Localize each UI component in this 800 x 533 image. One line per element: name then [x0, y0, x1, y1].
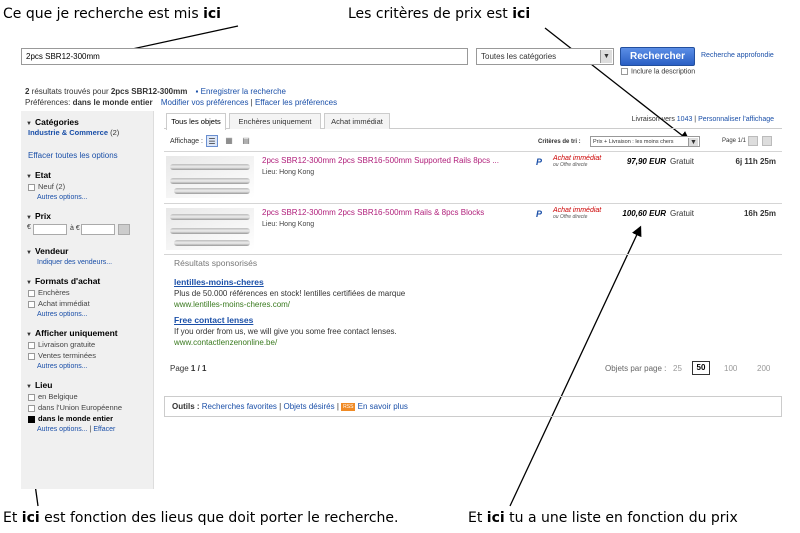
sort-select[interactable]: Prix + Livraison : les moins chers ▼	[590, 136, 700, 147]
paypal-icon: P	[536, 209, 543, 219]
product-thumbnail[interactable]	[166, 208, 254, 250]
saved-searches-link[interactable]: Recherches favorites	[202, 402, 277, 411]
per-page-25[interactable]: 25	[673, 364, 682, 373]
next-page-button[interactable]	[762, 136, 772, 146]
gallery-view-icon[interactable]: ▤	[240, 135, 252, 147]
ad-url[interactable]: www.contactlenzenonline.be/	[174, 338, 574, 347]
lieu-heading: Lieu	[21, 380, 153, 390]
tab-all-items[interactable]: Tous les objets	[166, 113, 226, 130]
free-shipping-option[interactable]: Livraison gratuite	[21, 340, 153, 349]
sponsored-results: Résultats sponsorisés lentilles-moins-ch…	[174, 258, 574, 347]
shipping-info: Livraison vers 1043 | Personnaliser l'af…	[631, 116, 774, 123]
item-title-link[interactable]: 2pcs SBR12-300mm 2pcs SBR16-500mm Suppor…	[262, 156, 499, 165]
ad-item: Free contact lenses If you order from us…	[174, 315, 574, 347]
pagination: Page 1 / 1 Objets par page : 25 50 100 2…	[170, 361, 771, 375]
annotation-bottom-left: Et ici est fonction des lieus que doit p…	[3, 510, 399, 526]
price-min-input[interactable]	[33, 224, 67, 235]
category-select[interactable]: Toutes les catégories ▼	[476, 48, 614, 65]
wishlist-link[interactable]: Objets désirés	[283, 402, 334, 411]
checkbox[interactable]	[621, 68, 628, 75]
seller-link[interactable]: Indiquer des vendeurs...	[21, 259, 153, 266]
categories-heading: Catégories	[21, 117, 153, 127]
annotation-top-left: Ce que je recherche est mis ici	[3, 6, 221, 22]
lieu-more-link[interactable]: Autres options... | Effacer	[21, 426, 153, 433]
list-view-icon[interactable]: ☰	[206, 135, 218, 147]
format-encheres-option[interactable]: Enchères	[21, 288, 153, 297]
results-toolbar: Affichage : ☰ ▦ ▤ Critères de tri : Prix…	[164, 134, 782, 150]
advanced-search-link[interactable]: Recherche approfondie	[701, 52, 774, 59]
buy-now-badge: Achat immédiat ou Offre directe	[553, 207, 602, 220]
modify-preferences-link[interactable]: Modifier vos préférences	[161, 98, 249, 107]
per-page-50[interactable]: 50	[692, 361, 710, 375]
ad-description: If you order from us, we will give you s…	[174, 327, 397, 336]
afficher-heading: Afficher uniquement	[21, 328, 153, 338]
lieu-belgique-option[interactable]: en Belgique	[21, 392, 153, 401]
preferences-line: Préférences: dans le monde entier Modifi…	[25, 98, 338, 107]
prix-heading: Prix	[21, 211, 153, 221]
sponsored-heading: Résultats sponsorisés	[174, 258, 258, 268]
tab-auctions[interactable]: Enchères uniquement	[229, 113, 321, 129]
item-price: 97,90 EUR	[626, 157, 666, 166]
annotation-top-right: Les critères de prix est ici	[348, 6, 531, 22]
annotation-bottom-right: Et ici tu a une liste en fonction du pri…	[468, 510, 738, 526]
page-indicator: Page 1 / 1	[170, 364, 207, 373]
per-page-100[interactable]: 100	[724, 364, 737, 373]
sidebar: Catégories Industrie & Commerce (2) Effa…	[21, 111, 154, 489]
item-time-left: 6j 11h 25m	[735, 157, 776, 166]
paypal-icon: P	[536, 157, 543, 167]
item-title-link[interactable]: 2pcs SBR12-300mm 2pcs SBR16-500mm Rails …	[262, 208, 484, 217]
tab-buy-now[interactable]: Achat immédiat	[324, 113, 390, 129]
item-shipping: Gratuit	[670, 209, 695, 218]
clear-preferences-link[interactable]: Effacer les préférences	[255, 98, 337, 107]
category-item[interactable]: Industrie & Commerce (2)	[21, 128, 153, 137]
result-row[interactable]: 2pcs SBR12-300mm 2pcs SBR16-500mm Rails …	[164, 203, 782, 255]
customize-view-link[interactable]: Personnaliser l'affichage	[698, 116, 774, 123]
item-location: Lieu: Hong Kong	[262, 221, 315, 228]
result-row[interactable]: 2pcs SBR12-300mm 2pcs SBR16-500mm Suppor…	[164, 151, 782, 201]
zip-link[interactable]: 1043	[677, 116, 693, 123]
price-go-button[interactable]	[118, 224, 130, 235]
lieu-monde-option[interactable]: dans le monde entier	[21, 414, 153, 423]
lieu-ue-option[interactable]: dans l'Union Européenne	[21, 403, 153, 412]
afficher-more-link[interactable]: Autres options...	[21, 363, 153, 370]
buy-now-badge: Achat immédiat ou Offre directe	[553, 155, 602, 168]
chevron-down-icon: ▼	[600, 50, 612, 63]
etat-heading: Etat	[21, 170, 153, 180]
search-button[interactable]: Rechercher	[620, 47, 695, 66]
per-page-200[interactable]: 200	[757, 364, 770, 373]
ad-title-link[interactable]: Free contact lenses	[174, 315, 574, 325]
chevron-down-icon: ▼	[688, 138, 698, 146]
item-location: Lieu: Hong Kong	[262, 169, 315, 176]
etat-more-link[interactable]: Autres options...	[21, 194, 153, 201]
vendeur-heading: Vendeur	[21, 246, 153, 256]
format-achat-option[interactable]: Achat immédiat	[21, 299, 153, 308]
formats-heading: Formats d'achat	[21, 276, 153, 286]
ad-description: Plus de 50.000 références en stock! lent…	[174, 289, 406, 298]
product-thumbnail[interactable]	[166, 156, 254, 198]
item-shipping: Gratuit	[670, 157, 695, 166]
ad-url[interactable]: www.lentilles-moins-cheres.com/	[174, 300, 574, 309]
save-search-link[interactable]: ▪ Enregistrer la recherche	[196, 87, 286, 96]
grid-view-icon[interactable]: ▦	[223, 135, 235, 147]
include-description-option[interactable]: Inclure la description	[621, 68, 695, 75]
price-max-input[interactable]	[81, 224, 115, 235]
price-range: € à €	[21, 224, 153, 236]
tools-bar: Outils : Recherches favorites | Objets d…	[164, 396, 782, 417]
learn-more-link[interactable]: En savoir plus	[358, 402, 408, 411]
clear-all-options-link[interactable]: Effacer toutes les options	[21, 151, 153, 160]
formats-more-link[interactable]: Autres options...	[21, 311, 153, 318]
results-summary: 2 résultats trouvés pour 2pcs SBR12-300m…	[25, 87, 286, 96]
search-input[interactable]: 2pcs SBR12-300mm	[21, 48, 468, 65]
item-time-left: 16h 25m	[743, 209, 776, 218]
item-price: 100,60 EUR	[622, 209, 666, 218]
ad-item: lentilles-moins-cheres Plus de 50.000 ré…	[174, 277, 574, 309]
ad-title-link[interactable]: lentilles-moins-cheres	[174, 277, 574, 287]
tab-bar: Tous les objets Enchères uniquement Acha…	[164, 111, 782, 130]
prev-page-button[interactable]	[748, 136, 758, 146]
rss-icon[interactable]: RSS	[341, 402, 356, 411]
ended-sales-option[interactable]: Ventes terminées	[21, 351, 153, 360]
etat-neuf-option[interactable]: Neuf (2)	[21, 182, 153, 191]
